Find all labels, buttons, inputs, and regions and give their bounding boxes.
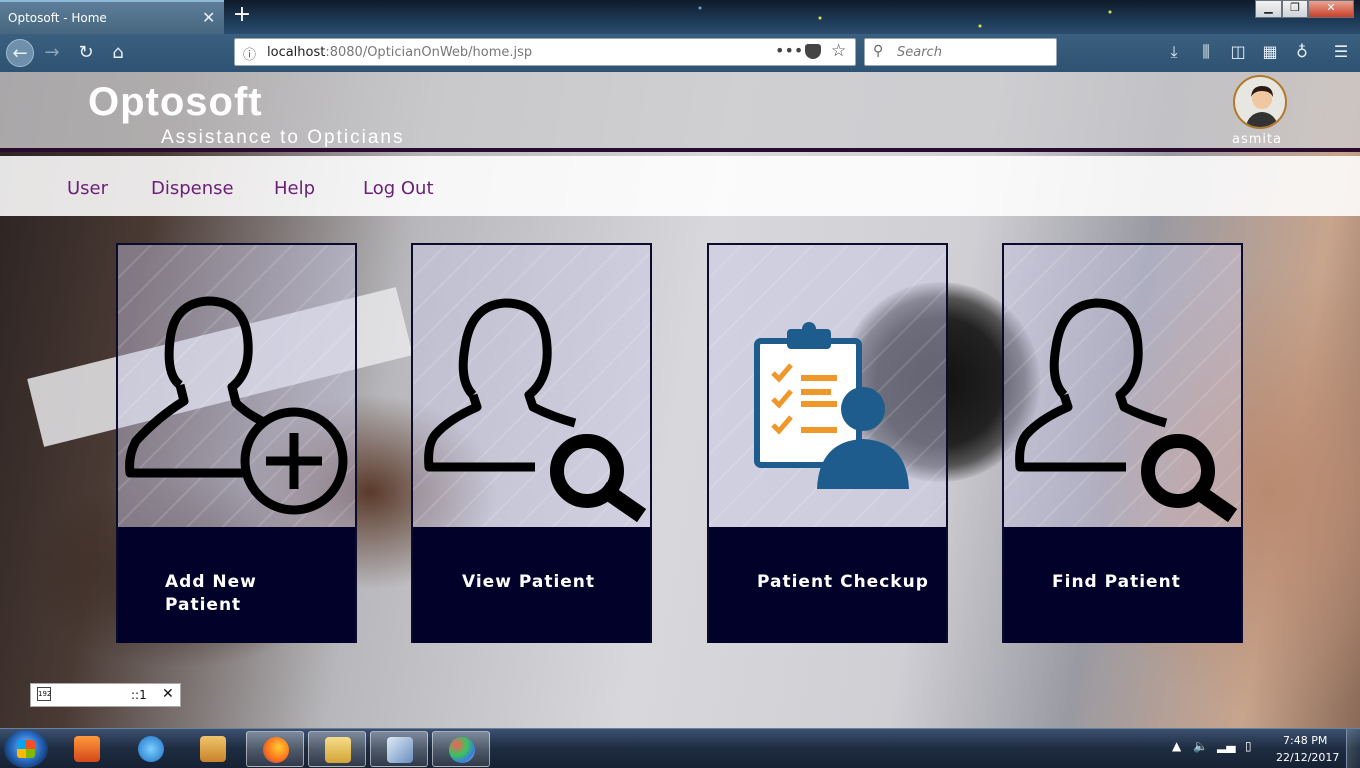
card-label-line1: View Patient (462, 572, 596, 592)
reload-icon[interactable]: ↻ (72, 39, 100, 67)
card-view-patient[interactable]: View Patient (411, 243, 652, 643)
avatar-person-icon (1245, 86, 1279, 127)
taskbar-firefox[interactable] (246, 731, 304, 767)
user-search-icon (1015, 298, 1238, 523)
card-image (709, 245, 946, 527)
new-tab-button[interactable]: + (230, 2, 254, 27)
menu-item-logout[interactable]: Log Out (363, 178, 434, 199)
card-image (413, 245, 650, 527)
library-icon[interactable]: ⫼ (1195, 42, 1217, 62)
lightbulb-icon[interactable]: ♁ (1291, 42, 1313, 61)
card-label: Patient Checkup (757, 571, 929, 594)
card-label-line1: Add New (165, 572, 257, 592)
taskbar-explorer[interactable] (308, 731, 366, 767)
browser-navigation-bar: ← → ↻ ⌂ ⓘ localhost:8080/OpticianOnWeb/h… (0, 34, 1360, 72)
volume-icon[interactable]: 🔈 (1193, 739, 1208, 753)
window-close-button[interactable]: ✕ (1308, 0, 1354, 18)
url-text[interactable]: localhost:8080/OpticianOnWeb/home.jsp (267, 45, 532, 60)
show-desktop-button[interactable] (1346, 729, 1360, 768)
app-header: Optosoft Assistance to Opticians asmita (0, 72, 1360, 152)
card-add-new-patient[interactable]: Add New Patient (116, 243, 357, 643)
card-patient-checkup[interactable]: Patient Checkup (707, 243, 948, 643)
forward-arrow-icon[interactable]: → (38, 39, 66, 67)
menu-item-user[interactable]: User (67, 178, 108, 199)
hamburger-menu-icon[interactable]: ☰ (1330, 42, 1352, 61)
menu-item-help[interactable]: Help (274, 178, 315, 199)
site-info-icon[interactable]: ⓘ (243, 44, 256, 63)
url-host: localhost (267, 45, 326, 60)
windows-logo-icon (17, 740, 35, 758)
card-label: Find Patient (1052, 571, 1181, 594)
card-image (118, 245, 355, 527)
paint-palette-icon (449, 737, 475, 763)
tab-close-icon[interactable]: ✕ (202, 8, 215, 27)
media-player-icon (74, 736, 100, 762)
page-body: Optosoft Assistance to Opticians asmita … (0, 72, 1360, 728)
cube-icon (387, 737, 413, 763)
bookmark-star-icon[interactable]: ☆ (831, 41, 846, 61)
search-placeholder: Search (897, 45, 942, 60)
card-image (1004, 245, 1241, 527)
card-label: View Patient (462, 571, 595, 594)
home-icon[interactable]: ⌂ (104, 39, 132, 67)
battery-icon[interactable]: ▯ (1245, 739, 1252, 753)
main-menu: User Dispense Help Log Out (0, 156, 1360, 216)
search-icon: ⚲ (873, 43, 884, 59)
search-input[interactable]: ⚲ Search (864, 38, 1057, 66)
menu-item-dispense[interactable]: Dispense (151, 178, 234, 199)
url-bar[interactable]: ⓘ localhost:8080/OpticianOnWeb/home.jsp … (234, 38, 856, 66)
taskbar-word[interactable] (184, 731, 242, 767)
taskbar-media-player[interactable] (58, 731, 116, 767)
keyboard-icon: 192 (37, 687, 51, 701)
taskbar-paint[interactable] (432, 731, 490, 767)
clock-date[interactable]: 22/12/2017 (1276, 751, 1339, 764)
clock-time[interactable]: 7:48 PM (1283, 734, 1327, 747)
url-path: :8080/OpticianOnWeb/home.jsp (325, 45, 533, 60)
start-button[interactable] (4, 730, 48, 768)
back-arrow-icon[interactable]: ← (6, 39, 34, 67)
tab-title: Optosoft - Home (8, 11, 107, 25)
download-icon[interactable]: ⤓ (1163, 42, 1185, 62)
card-label-line1: Find Patient (1052, 572, 1181, 592)
sidebar-icon[interactable]: ◫ (1227, 42, 1249, 61)
browser-tab-strip: Optosoft - Home ✕ + ▁ ❐ ✕ (0, 0, 1360, 34)
card-label-line2: Patient (165, 595, 242, 615)
taskbar-virtualbox[interactable] (370, 731, 428, 767)
page-actions-icon[interactable]: ••• (775, 41, 803, 60)
pocket-icon[interactable] (805, 44, 821, 59)
taskbar-internet-explorer[interactable] (122, 731, 180, 767)
internet-explorer-icon (138, 736, 164, 762)
tray-expand-icon[interactable]: ▲ (1172, 739, 1181, 753)
network-icon[interactable]: ▂▄ (1217, 739, 1235, 753)
window-maximize-button[interactable]: ❐ (1282, 0, 1308, 18)
browser-tab-active[interactable]: Optosoft - Home ✕ (0, 0, 224, 34)
ime-text: ::1 (131, 688, 147, 702)
grid-icon[interactable]: ▦ (1259, 42, 1281, 61)
word-icon (200, 736, 226, 762)
card-label: Add New Patient (165, 571, 257, 617)
card-footer: View Patient (413, 527, 650, 643)
card-footer: Patient Checkup (709, 527, 946, 643)
username-label: asmita (1232, 132, 1283, 147)
folder-icon (325, 737, 351, 763)
card-footer: Find Patient (1004, 527, 1241, 643)
windows-taskbar: ▲ 🔈 ▂▄ ▯ 7:48 PM 22/12/2017 (0, 728, 1360, 768)
ime-close-icon[interactable]: ✕ (162, 686, 174, 702)
card-footer: Add New Patient (118, 527, 355, 643)
firefox-icon (263, 737, 289, 763)
window-minimize-button[interactable]: ▁ (1255, 0, 1282, 18)
card-label-line1: Patient Checkup (757, 572, 929, 592)
app-logo[interactable]: Optosoft (88, 80, 263, 125)
user-search-icon (424, 298, 647, 523)
app-tagline: Assistance to Opticians (161, 127, 405, 148)
user-avatar[interactable] (1233, 75, 1287, 129)
card-find-patient[interactable]: Find Patient (1002, 243, 1243, 643)
clipboard-checklist-icon (754, 322, 909, 489)
ime-indicator[interactable]: 192 ::1 ✕ (30, 683, 181, 707)
add-user-icon (125, 296, 348, 515)
